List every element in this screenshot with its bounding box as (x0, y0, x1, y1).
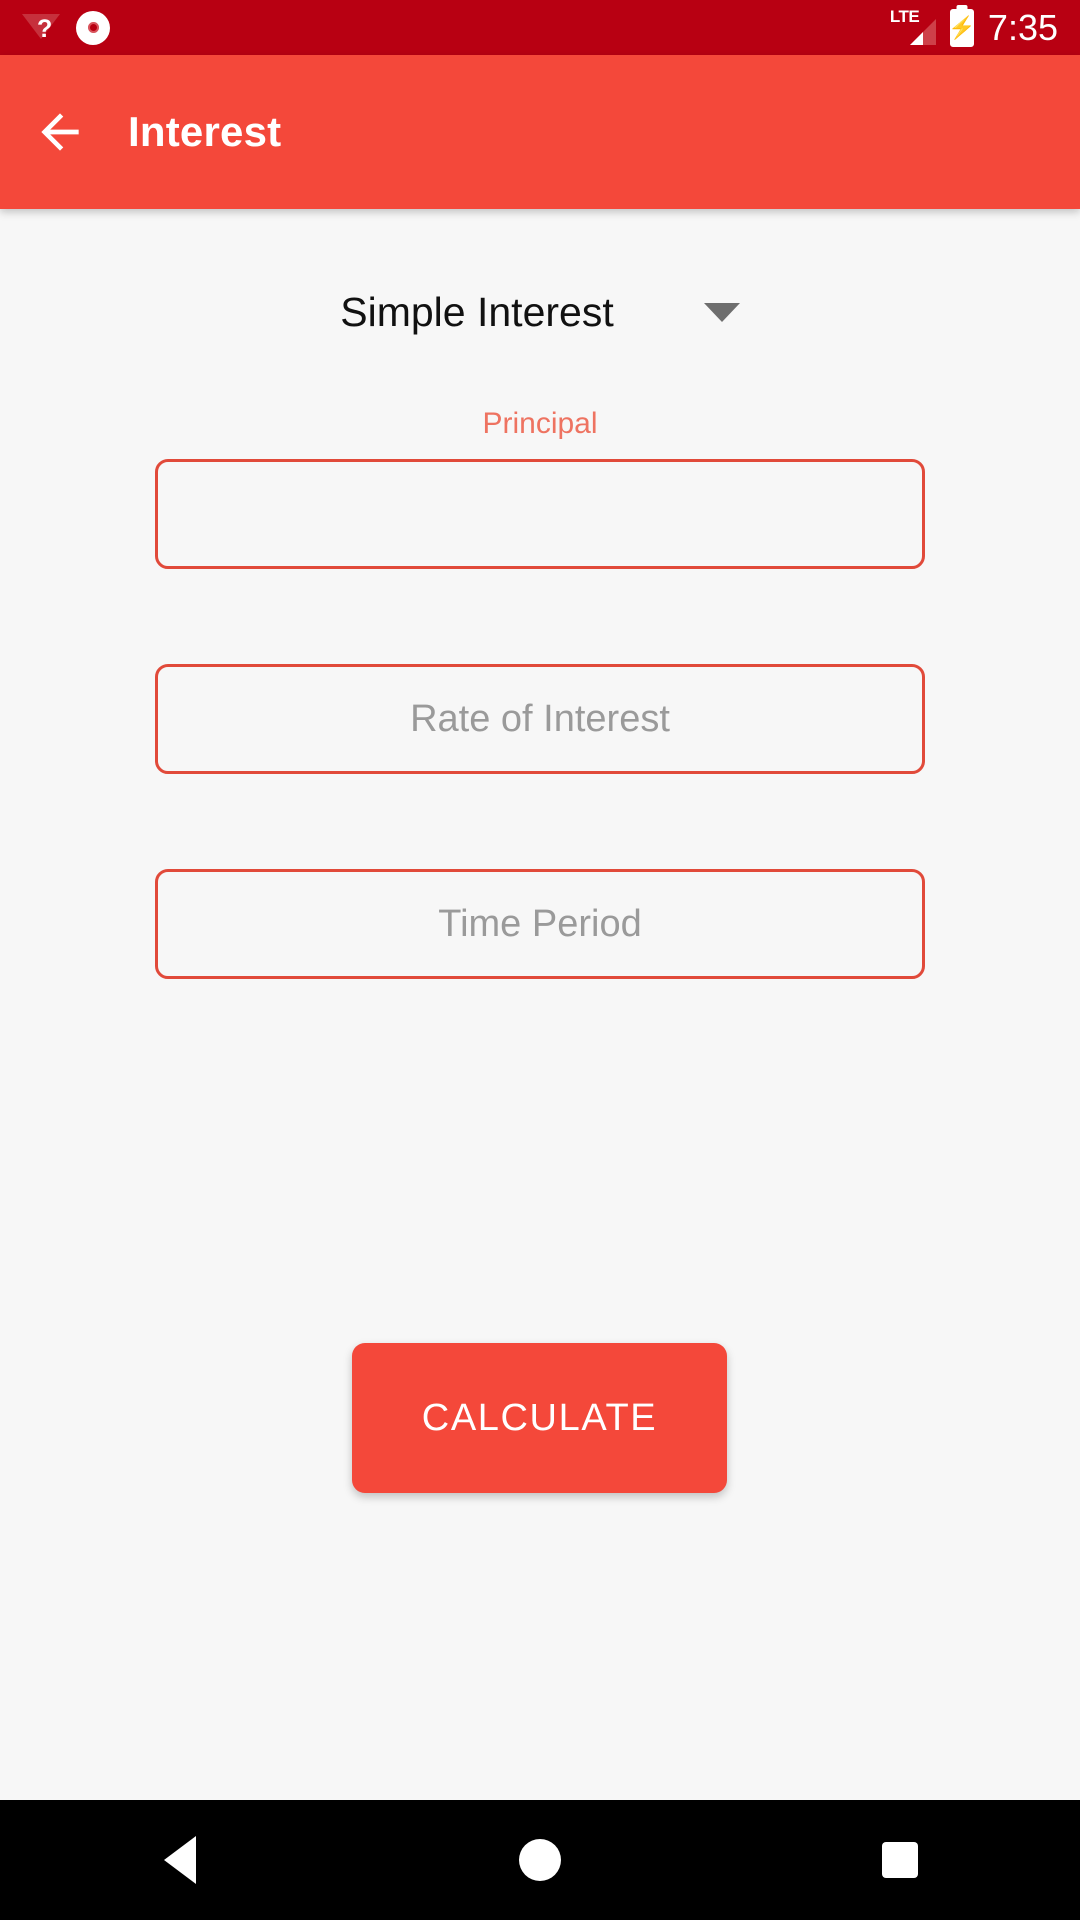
time-period-input[interactable] (158, 872, 922, 976)
time-field-group (155, 869, 925, 979)
content-area: Simple Interest Principal CALCULATE (0, 209, 1080, 1800)
principal-field-group: Principal (155, 407, 925, 569)
wifi-question-icon: ? (22, 11, 62, 45)
status-bar-clock: 7:35 (987, 6, 1058, 48)
nav-recents-button[interactable] (800, 1800, 1000, 1920)
battery-charging-icon: ⚡ (948, 8, 976, 47)
status-bar-left-icons: ? (22, 10, 110, 45)
rate-of-interest-input[interactable] (158, 667, 922, 771)
lte-signal-icon: LTE (890, 8, 936, 47)
principal-field-box[interactable] (155, 459, 925, 569)
status-bar: ? LTE ⚡ 7:35 (0, 0, 1080, 55)
rate-field-group (155, 664, 925, 774)
page-title: Interest (128, 108, 282, 155)
back-button[interactable] (0, 55, 120, 209)
interest-type-dropdown[interactable]: Simple Interest (0, 289, 1080, 336)
principal-input[interactable] (158, 462, 922, 566)
arrow-left-icon (41, 113, 79, 151)
phone-screen: ? LTE ⚡ 7:35 Interest Simple Interest Pr… (0, 0, 1080, 1920)
chevron-down-icon (703, 303, 740, 322)
triangle-back-icon (164, 1836, 196, 1884)
circle-home-icon (519, 1839, 561, 1881)
square-recents-icon (882, 1842, 918, 1878)
interest-type-selected-label: Simple Interest (340, 289, 614, 335)
status-bar-right-icons: LTE ⚡ 7:35 (890, 6, 1058, 48)
calculate-button[interactable]: CALCULATE (352, 1343, 727, 1493)
app-bar: Interest (0, 55, 1080, 209)
principal-field-label: Principal (482, 407, 598, 440)
charging-bolt-glyph: ⚡ (948, 14, 976, 40)
android-navigation-bar (0, 1800, 1080, 1920)
rate-field-box[interactable] (155, 664, 925, 774)
record-icon (76, 10, 110, 45)
nav-home-button[interactable] (440, 1800, 640, 1920)
nav-back-button[interactable] (80, 1800, 280, 1920)
time-field-box[interactable] (155, 869, 925, 979)
